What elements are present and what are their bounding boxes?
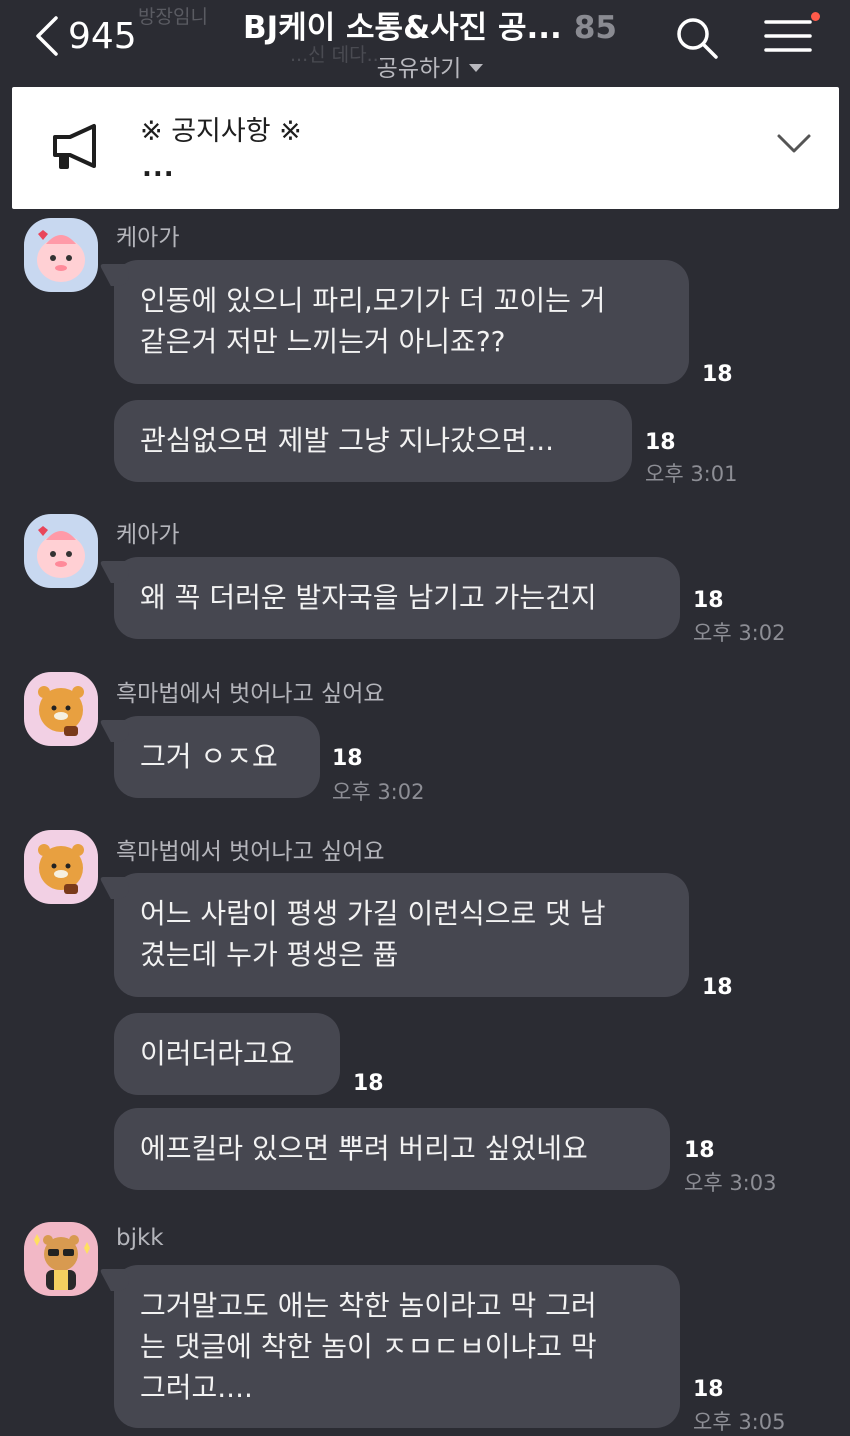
share-dropdown[interactable]: 공유하기: [377, 49, 484, 83]
avatar[interactable]: [24, 218, 98, 292]
caret-down-icon: [469, 64, 484, 72]
message-bubble[interactable]: 이러더라고요: [114, 1013, 340, 1095]
sender-name: 케아가: [116, 522, 180, 548]
message-line: 왜 꼭 더러운 발자국을 남기고 가는건지: [140, 581, 597, 614]
message-line: 그거말고도 애는 착한 놈이라고 막 그러: [140, 1289, 597, 1322]
megaphone-icon: [53, 124, 96, 169]
notice-banner[interactable]: ※ 공지사항 ※ ...: [12, 87, 839, 209]
message-bubble[interactable]: 왜 꼭 더러운 발자국을 남기고 가는건지: [114, 557, 680, 639]
chat-title-area[interactable]: BJ케이 소통&사진 공... 85 공유하기: [220, 0, 640, 82]
new-badge-dot: [811, 12, 820, 21]
chevron-down-icon[interactable]: [776, 133, 812, 155]
message-bubble[interactable]: 그거 ㅇㅈ요: [114, 716, 320, 798]
chat-header: 방장임니 ...신 데다... 945 BJ케이 소통&사진 공... 85 공…: [0, 0, 850, 86]
sender-name: bjkk: [116, 1225, 164, 1251]
message-bubble[interactable]: 그거말고도 애는 착한 놈이라고 막 그러 는 댓글에 착한 놈이 ㅈㅁㄷㅂ이냐…: [114, 1265, 680, 1428]
search-icon: [677, 18, 718, 59]
sender-name: 흑마법에서 벗어나고 싶어요: [116, 681, 385, 707]
menu-button[interactable]: [764, 12, 820, 58]
unread-count: 18: [684, 1138, 715, 1163]
notice-title: ※ 공지사항 ※: [140, 116, 302, 147]
ryan-profile-icon: [38, 844, 84, 894]
message-time: 오후 3:01: [645, 462, 738, 486]
unread-count: 18: [693, 588, 724, 613]
apeach-profile-icon: [37, 526, 85, 578]
share-label: 공유하기: [376, 56, 462, 82]
unread-count: 18: [702, 975, 733, 1000]
avatar[interactable]: [24, 672, 98, 746]
character-profile-icon: [34, 1234, 90, 1290]
message-time: 오후 3:03: [684, 1171, 777, 1195]
unread-chats-count: 945: [68, 15, 137, 57]
header-background-text: 방장임니: [138, 6, 208, 28]
message-bubble[interactable]: 인동에 있으니 파리,모기가 더 꼬이는 거 같은거 저만 느끼는거 아니죠??: [114, 260, 689, 384]
message-line: 에프킬라 있으면 뿌려 버리고 싶었네요: [140, 1132, 588, 1165]
chevron-left-icon: [36, 16, 58, 56]
message-time: 오후 3:05: [693, 1410, 786, 1434]
member-count: 85: [573, 10, 617, 46]
message-bubble[interactable]: 관심없으면 제발 그냥 지나갔으면...: [114, 400, 632, 482]
unread-count: 18: [353, 1071, 384, 1096]
unread-count: 18: [702, 362, 733, 387]
message-line: 같은거 저만 느끼는거 아니죠??: [140, 325, 506, 358]
avatar[interactable]: [24, 830, 98, 904]
apeach-profile-icon: [37, 230, 85, 282]
unread-count: 18: [645, 430, 676, 455]
search-button[interactable]: [675, 16, 719, 60]
message-line: 겼는데 누가 평생은 퓹: [140, 938, 399, 971]
avatar[interactable]: [24, 514, 98, 588]
chat-room-name: BJ케이 소통&사진 공...: [243, 10, 562, 46]
message-bubble[interactable]: 어느 사람이 평생 가길 이런식으로 댓 남 겼는데 누가 평생은 퓹: [114, 873, 689, 997]
notice-preview: ...: [142, 153, 175, 183]
message-line: 인동에 있으니 파리,모기가 더 꼬이는 거: [140, 284, 606, 317]
unread-count: 18: [332, 746, 363, 771]
hamburger-menu-icon: [764, 20, 812, 52]
sender-name: 케아가: [116, 225, 180, 251]
message-line: 그러고....: [140, 1371, 253, 1404]
avatar[interactable]: [24, 1222, 98, 1296]
message-line: 관심없으면 제발 그냥 지나갔으면...: [140, 424, 555, 457]
message-line: 그거 ㅇㅈ요: [140, 740, 278, 773]
sender-name: 흑마법에서 벗어나고 싶어요: [116, 839, 385, 865]
chat-title: BJ케이 소통&사진 공... 85: [243, 2, 617, 47]
message-bubble[interactable]: 에프킬라 있으면 뿌려 버리고 싶었네요: [114, 1108, 670, 1190]
unread-count: 18: [693, 1377, 724, 1402]
message-line: 이러더라고요: [140, 1037, 295, 1070]
message-time: 오후 3:02: [332, 780, 425, 804]
back-button[interactable]: 945: [34, 14, 137, 58]
message-line: 어느 사람이 평생 가길 이런식으로 댓 남: [140, 897, 606, 930]
message-line: 는 댓글에 착한 놈이 ㅈㅁㄷㅂ이냐고 막: [140, 1330, 597, 1363]
message-time: 오후 3:02: [693, 621, 786, 645]
ryan-profile-icon: [38, 686, 84, 736]
